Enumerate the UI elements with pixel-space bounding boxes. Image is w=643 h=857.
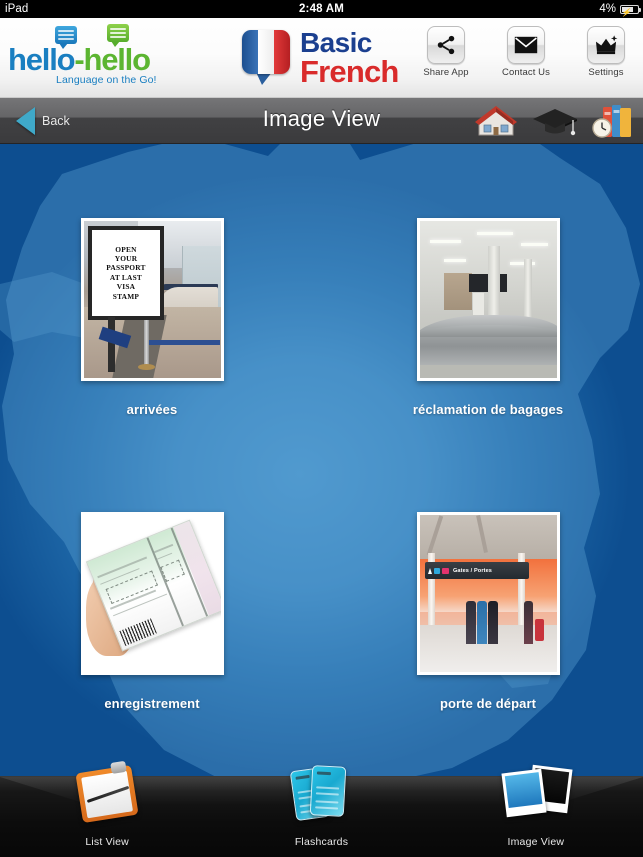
flag-badge-icon [441,567,449,574]
logo-wordmark: hello-hello [8,42,151,78]
image-view-content: OPEN YOUR PASSPORT AT LAST VISA STAMP arrivée… [0,144,643,776]
status-clock: 2:48 AM [298,3,345,15]
tab-flashcards-label: Flashcards [294,836,349,848]
status-bar: iPad 2:48 AM 4% [0,0,643,22]
navbar-tools [471,101,639,141]
graduation-cap-icon[interactable] [529,101,581,141]
image-grid: OPEN YOUR PASSPORT AT LAST VISA STAMP arrivée… [0,144,643,776]
house-icon[interactable] [471,101,523,141]
speech-bubble-green-icon [107,24,129,47]
grid-item-caption: enregistrement [104,696,200,711]
tab-list: List View Flashcards Image View [0,760,643,857]
baggage-claim-carousel-photo [419,221,557,378]
battery-percent-label: 4% [599,3,616,15]
tab-list-view-label: List View [85,836,129,848]
battery-charging-icon [620,4,642,22]
up-arrow-icon [427,567,432,574]
photo-frame: OPEN YOUR PASSPORT AT LAST VISA STAMP [80,218,224,381]
tab-image-view-label: Image View [507,836,565,848]
grid-item-caption: porte de départ [439,696,537,711]
french-flag-speech-bubble-icon [242,30,290,74]
polaroid-photos-icon [496,755,576,827]
clipboard-pen-icon [67,755,147,827]
bottom-tab-bar: List View Flashcards Image View [0,760,643,857]
brand-line-french: French [300,54,399,89]
books-clock-icon[interactable] [587,101,639,141]
grid-item-arrivees[interactable]: OPEN YOUR PASSPORT AT LAST VISA STAMP arrivée… [52,218,252,419]
photo-frame: Gates / Portes [416,512,560,675]
course-brand: Basic French [242,26,432,92]
logo-text-hello-green: hello [83,42,151,77]
hello-hello-logo[interactable]: hello-hello Language on the Go! [8,24,173,90]
gate-sign-text: Gates / Portes [452,567,492,574]
status-battery-group: 4% [599,0,642,22]
grid-item-caption: réclamation de bagages [412,402,564,417]
settings-button[interactable]: Settings [577,26,635,78]
share-app-button[interactable]: Share App [417,26,475,78]
settings-label: Settings [588,67,624,78]
contact-us-label: Contact Us [502,67,550,78]
navigation-bar: Back Image View [0,98,643,144]
boarding-pass-in-hand-photo [83,515,221,672]
logo-text-hello-blue: hello [8,42,76,77]
photo-frame [80,512,224,675]
photo-sign-text: OPEN YOUR PASSPORT AT LAST VISA STAMP [106,244,146,301]
tab-list-view[interactable]: List View [0,760,214,857]
grid-item-reclamation-de-bagages[interactable]: réclamation de bagages [388,218,588,419]
envelope-icon [507,26,545,64]
grid-item-caption: arrivées [126,402,178,417]
header-tools: Share App Contact Us Settings [417,26,635,78]
logo-tagline: Language on the Go! [56,74,157,86]
brand-line-basic: Basic [300,27,372,58]
grid-item-porte-de-depart[interactable]: Gates / Portes porte de départ [388,512,588,713]
tab-flashcards[interactable]: Flashcards [214,765,428,857]
info-badge-icon [433,567,440,574]
departure-gate-terminal-photo: Gates / Portes [419,515,557,672]
photo-frame [416,218,560,381]
grid-item-enregistrement[interactable]: enregistrement [52,512,252,713]
flashcards-icon [281,755,361,827]
share-app-label: Share App [423,67,469,78]
settings-crown-icon [587,26,625,64]
tab-image-view[interactable]: Image View [429,764,643,857]
contact-us-button[interactable]: Contact Us [497,26,555,78]
app-header: hello-hello Language on the Go! Basic Fr… [0,18,643,98]
ipad-app-screen: iPad 2:48 AM 4% hello-hello Language on … [0,0,643,857]
airport-arrivals-passport-sign-photo: OPEN YOUR PASSPORT AT LAST VISA STAMP [83,221,221,378]
share-icon [427,26,465,64]
